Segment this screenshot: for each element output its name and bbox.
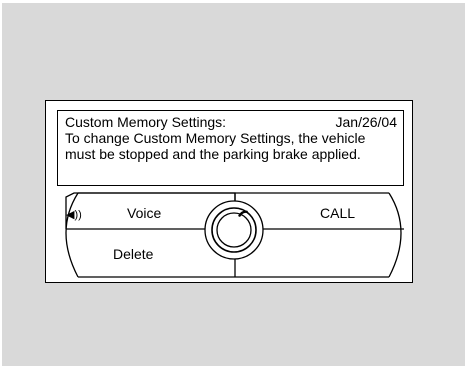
selector-knob[interactable] (205, 201, 263, 259)
voice-button-label[interactable]: Voice (127, 205, 161, 221)
call-button-label[interactable]: CALL (320, 205, 355, 221)
control-panel: ◀)) Voice CALL Delete (46, 101, 414, 284)
speaker-icon: ◀)) (66, 209, 82, 221)
navigation-display: Custom Memory Settings: Jan/26/04 To cha… (45, 100, 413, 283)
delete-button-label[interactable]: Delete (113, 246, 153, 262)
